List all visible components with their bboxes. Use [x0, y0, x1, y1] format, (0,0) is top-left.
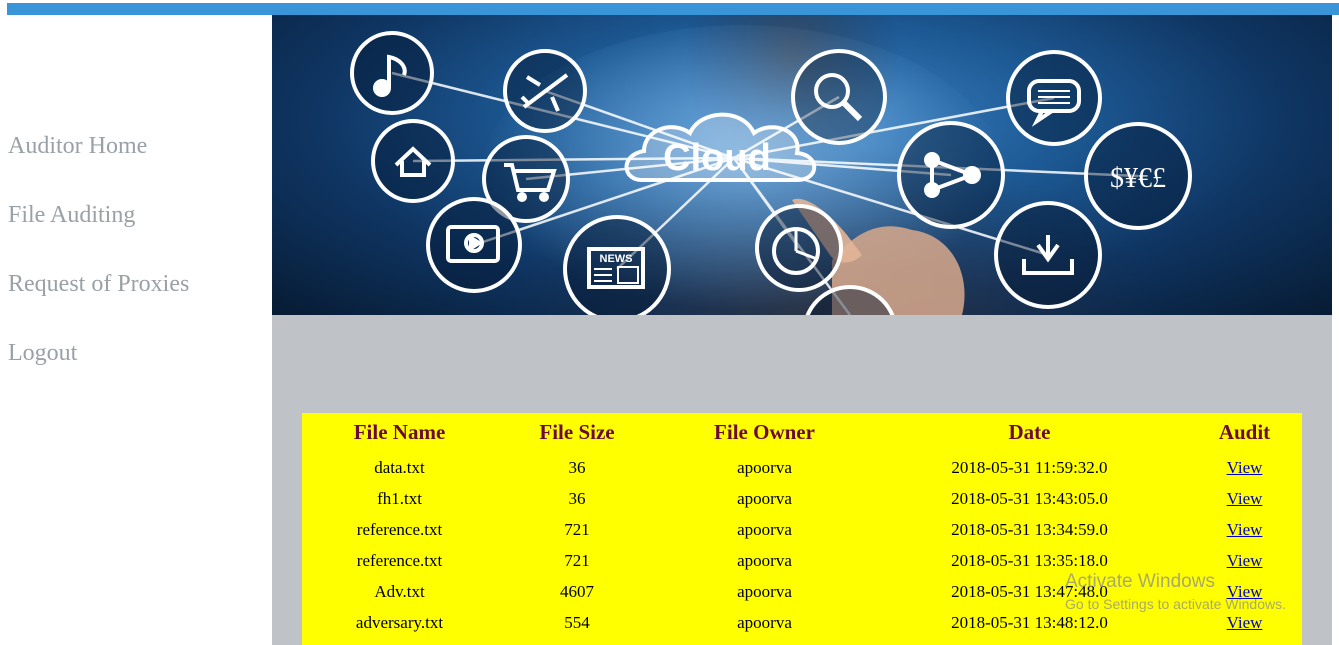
- nav-logout[interactable]: Logout: [8, 340, 77, 367]
- airplane-icon: [503, 49, 587, 133]
- nav-request-of-proxies[interactable]: Request of Proxies: [8, 271, 189, 298]
- cell-file-size: 36: [568, 488, 586, 508]
- view-link[interactable]: View: [1227, 551, 1263, 570]
- cell-file-name: fh1.txt: [377, 488, 422, 508]
- nav-file-auditing[interactable]: File Auditing: [8, 202, 135, 229]
- cell-file-owner: apoorva: [737, 488, 792, 508]
- cell-date: 2018-05-31 11:59:32.0: [951, 457, 1108, 477]
- header-file-name: File Name: [353, 420, 446, 444]
- news-icon: NEWS: [563, 215, 671, 315]
- news-label: NEWS: [600, 253, 633, 265]
- view-link[interactable]: View: [1227, 520, 1263, 539]
- cell-file-size: 721: [564, 550, 590, 570]
- table-row: reference.txt 721 apoorva 2018-05-31 13:…: [302, 514, 1302, 545]
- currency-symbols: $¥€£: [1110, 163, 1166, 194]
- cell-file-name: reference.txt: [356, 550, 443, 570]
- currency-icon: $¥€£: [1084, 122, 1192, 230]
- table-row: fh1.txt 36 apoorva 2018-05-31 13:43:05.0…: [302, 483, 1302, 514]
- activate-windows-subtitle: Go to Settings to activate Windows.: [1065, 596, 1286, 612]
- download-icon: [994, 201, 1102, 309]
- pie-chart-icon: [755, 204, 843, 292]
- table-row: data.txt 36 apoorva 2018-05-31 11:59:32.…: [302, 452, 1302, 483]
- cell-file-size: 554: [564, 612, 590, 632]
- cell-file-owner: apoorva: [737, 581, 792, 601]
- table-header-row: File Name File Size File Owner Date Audi…: [302, 413, 1302, 452]
- view-link[interactable]: View: [1227, 613, 1263, 632]
- activate-windows-title: Activate Windows: [1065, 571, 1215, 592]
- music-note-icon: [350, 31, 434, 115]
- cell-file-name: Adv.txt: [374, 581, 425, 601]
- cell-file-name: data.txt: [374, 457, 425, 477]
- header-date: Date: [1008, 420, 1051, 444]
- cell-file-size: 4607: [560, 581, 594, 601]
- cell-audit: View: [1187, 514, 1302, 545]
- top-accent-bar: [7, 3, 1339, 15]
- share-icon: [897, 121, 1005, 229]
- sidebar-nav: Auditor Home File Auditing Request of Pr…: [0, 15, 272, 645]
- cell-date: 2018-05-31 13:43:05.0: [951, 488, 1108, 508]
- home-icon: [371, 119, 455, 203]
- banner-illustration: Cloud $¥€£ NEWS: [350, 15, 1192, 315]
- video-icon: [426, 197, 522, 293]
- cell-file-owner: apoorva: [737, 612, 792, 632]
- search-icon: [791, 49, 887, 145]
- cell-date: 2018-05-31 13:34:59.0: [951, 519, 1108, 539]
- view-link[interactable]: View: [1227, 458, 1263, 477]
- cell-audit: View: [1187, 452, 1302, 483]
- cell-file-owner: apoorva: [737, 550, 792, 570]
- header-audit: Audit: [1218, 420, 1271, 444]
- header-file-size: File Size: [539, 420, 615, 444]
- chat-icon: [1006, 50, 1102, 146]
- cell-file-name: reference.txt: [356, 519, 443, 539]
- header-file-owner: File Owner: [714, 420, 815, 444]
- nav-auditor-home[interactable]: Auditor Home: [8, 133, 147, 160]
- cell-file-size: 721: [564, 519, 590, 539]
- cell-file-owner: apoorva: [737, 457, 792, 477]
- cloud-label: Cloud: [663, 137, 771, 179]
- cell-audit: View: [1187, 483, 1302, 514]
- cloud-banner-image: Cloud $¥€£ NEWS: [272, 15, 1332, 315]
- cell-file-name: adversary.txt: [355, 612, 444, 632]
- cell-file-size: 36: [568, 457, 586, 477]
- cell-file-owner: apoorva: [737, 519, 792, 539]
- view-link[interactable]: View: [1227, 489, 1263, 508]
